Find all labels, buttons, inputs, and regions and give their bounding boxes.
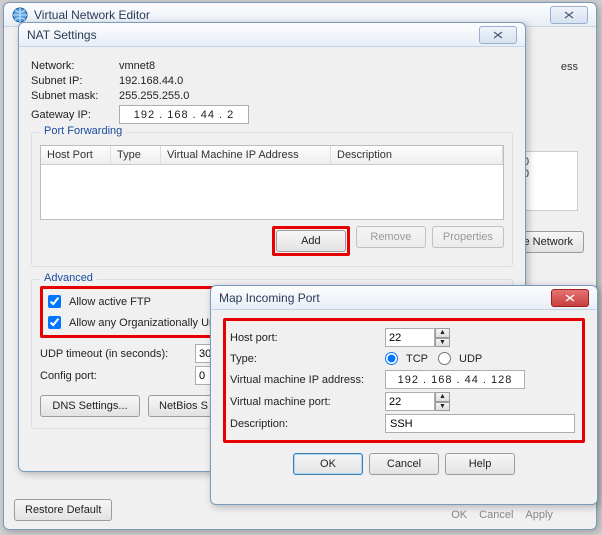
pf-button-row: Add Remove Properties: [40, 226, 504, 256]
close-icon: [563, 10, 575, 20]
netbios-settings-button[interactable]: NetBios S: [148, 395, 219, 417]
spin-up-icon[interactable]: ▲: [435, 392, 450, 402]
host-port-input[interactable]: [385, 328, 435, 347]
th-host-port[interactable]: Host Port: [41, 146, 111, 164]
udp-radio[interactable]: [438, 352, 451, 365]
add-button[interactable]: Add: [276, 230, 346, 252]
map-body: Host port: ▲▼ Type: TCP UDP Virtual mach…: [211, 310, 597, 483]
gateway-ip-label: Gateway IP:: [31, 109, 119, 121]
udp-timeout-label: UDP timeout (in seconds):: [40, 348, 195, 360]
close-icon: [492, 30, 504, 40]
description-input[interactable]: [385, 414, 575, 433]
partial-zero-1: 0: [523, 156, 573, 168]
spin-down-icon[interactable]: ▼: [435, 402, 450, 412]
udp-text: UDP: [459, 353, 482, 365]
network-label: Network:: [31, 60, 119, 72]
port-forwarding-table[interactable]: Host Port Type Virtual Machine IP Addres…: [40, 145, 504, 220]
close-icon: [564, 293, 576, 303]
host-port-label: Host port:: [230, 332, 385, 344]
config-port-label: Config port:: [40, 370, 195, 382]
advanced-checks-highlight: Allow active FTP Allow any Organizationa…: [40, 286, 219, 338]
description-label: Description:: [230, 418, 385, 430]
allow-active-ftp-checkbox[interactable]: [48, 295, 61, 308]
map-fields-highlight: Host port: ▲▼ Type: TCP UDP Virtual mach…: [223, 318, 585, 443]
allow-oui-checkbox[interactable]: [48, 316, 61, 329]
vm-ip-input[interactable]: 192 . 168 . 44 . 128: [385, 370, 525, 389]
host-port-spinner[interactable]: ▲▼: [385, 328, 450, 347]
nat-titlebar: NAT Settings: [19, 23, 525, 47]
vne-title: Virtual Network Editor: [34, 8, 550, 22]
port-forwarding-group: Port Forwarding Host Port Type Virtual M…: [31, 132, 513, 267]
th-type[interactable]: Type: [111, 146, 161, 164]
tcp-radio[interactable]: [385, 352, 398, 365]
tcp-text: TCP: [406, 353, 428, 365]
subnet-mask-label: Subnet mask:: [31, 90, 119, 102]
allow-oui-label: Allow any Organizationally Un: [69, 317, 215, 329]
gateway-ip-input[interactable]: 192 . 168 . 44 . 2: [119, 105, 249, 124]
th-description[interactable]: Description: [331, 146, 503, 164]
vm-port-spinner[interactable]: ▲▼: [385, 392, 450, 411]
nat-title: NAT Settings: [27, 28, 479, 42]
map-help-button[interactable]: Help: [445, 453, 515, 475]
vne-close-button[interactable]: [550, 6, 588, 24]
map-cancel-button[interactable]: Cancel: [369, 453, 439, 475]
map-close-button[interactable]: [551, 289, 589, 307]
udp-radio-label[interactable]: UDP: [438, 352, 482, 365]
map-titlebar: Map Incoming Port: [211, 286, 597, 310]
vne-help-bg: [565, 509, 568, 521]
type-label: Type:: [230, 353, 385, 365]
dns-settings-button[interactable]: DNS Settings...: [40, 395, 140, 417]
allow-active-ftp-label: Allow active FTP: [69, 296, 151, 308]
spin-down-icon[interactable]: ▼: [435, 338, 450, 348]
partial-list: 0 0: [518, 151, 578, 211]
map-incoming-port-dialog: Map Incoming Port Host port: ▲▼ Type: TC…: [210, 285, 598, 505]
subnet-ip-value: 192.168.44.0: [119, 75, 183, 87]
subnet-mask-value: 255.255.255.0: [119, 90, 189, 102]
restore-default-button[interactable]: Restore Default: [14, 499, 112, 521]
remove-button: Remove: [356, 226, 426, 248]
network-value: vmnet8: [119, 60, 155, 72]
th-vmip[interactable]: Virtual Machine IP Address: [161, 146, 331, 164]
add-highlight: Add: [272, 226, 350, 256]
map-title: Map Incoming Port: [219, 291, 551, 305]
vne-cancel-bg: Cancel: [479, 509, 513, 521]
vne-apply-bg: Apply: [525, 509, 553, 521]
vne-ok-bg: OK: [451, 509, 467, 521]
partial-zero-2: 0: [523, 168, 573, 180]
nat-close-button[interactable]: [479, 26, 517, 44]
spin-up-icon[interactable]: ▲: [435, 328, 450, 338]
port-forwarding-legend: Port Forwarding: [40, 125, 126, 137]
map-button-row: OK Cancel Help: [223, 453, 585, 475]
vm-port-input[interactable]: [385, 392, 435, 411]
map-ok-button[interactable]: OK: [293, 453, 363, 475]
vne-bottom-buttons: OK Cancel Apply: [451, 509, 568, 521]
pf-table-header: Host Port Type Virtual Machine IP Addres…: [41, 146, 503, 165]
vm-ip-label: Virtual machine IP address:: [230, 374, 385, 386]
properties-button: Properties: [432, 226, 504, 248]
tcp-radio-label[interactable]: TCP: [385, 352, 428, 365]
globe-icon: [12, 7, 28, 23]
vm-port-label: Virtual machine port:: [230, 396, 385, 408]
advanced-legend: Advanced: [40, 272, 97, 284]
subnet-ip-label: Subnet IP:: [31, 75, 119, 87]
partial-text-ess: ess: [561, 61, 578, 73]
